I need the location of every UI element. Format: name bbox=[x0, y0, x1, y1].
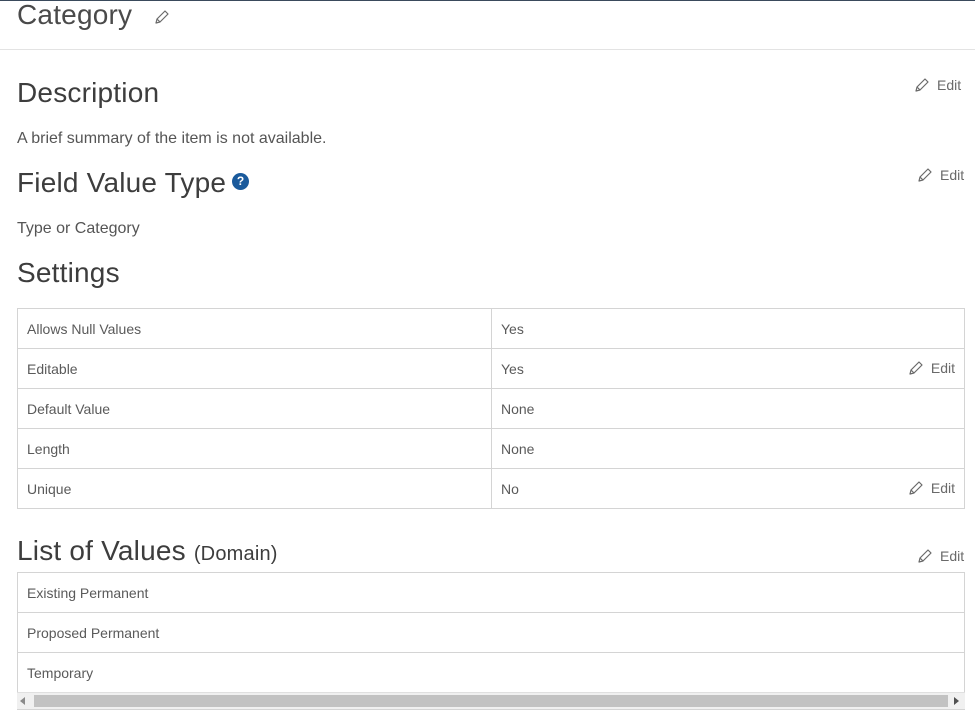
list-of-values-title: List of Values (Domain) bbox=[17, 535, 278, 567]
table-row: Unique No Edit bbox=[17, 468, 965, 509]
table-row: Length None bbox=[17, 428, 965, 469]
list-item-label: Temporary bbox=[27, 665, 94, 681]
scrollbar-thumb[interactable] bbox=[34, 695, 948, 707]
pencil-icon bbox=[909, 481, 923, 495]
setting-value: Yes bbox=[491, 308, 965, 349]
list-item[interactable]: Temporary bbox=[18, 653, 964, 693]
table-row: Editable Yes Edit bbox=[17, 348, 965, 389]
pencil-icon bbox=[915, 78, 929, 92]
setting-value: None bbox=[491, 428, 965, 469]
edit-label: Edit bbox=[930, 360, 955, 376]
setting-name: Length bbox=[17, 428, 492, 469]
list-of-values-list: Existing Permanent Proposed Permanent Te… bbox=[17, 572, 965, 710]
scroll-right-icon[interactable] bbox=[954, 697, 959, 705]
description-edit-button[interactable]: Edit bbox=[913, 76, 961, 94]
settings-title: Settings bbox=[17, 257, 120, 288]
setting-value: Yes Edit bbox=[491, 348, 965, 389]
settings-table: Allows Null Values Yes Editable Yes Edit… bbox=[17, 308, 965, 509]
list-item[interactable]: Existing Permanent bbox=[18, 573, 964, 613]
list-of-values-edit-button[interactable]: Edit bbox=[916, 547, 964, 565]
editable-edit-button[interactable]: Edit bbox=[907, 359, 955, 377]
field-value-type-label: Field Value Type bbox=[17, 167, 227, 198]
list-of-values-subtitle: (Domain) bbox=[193, 543, 278, 565]
setting-name: Unique bbox=[17, 468, 492, 509]
list-of-values-label: List of Values bbox=[17, 535, 186, 566]
unique-edit-button[interactable]: Edit bbox=[907, 479, 955, 497]
scroll-left-icon[interactable] bbox=[20, 697, 25, 705]
setting-value-text: No bbox=[501, 480, 519, 497]
edit-label: Edit bbox=[940, 548, 965, 564]
field-value-type-text: Type or Category bbox=[17, 220, 140, 237]
pencil-icon bbox=[918, 168, 932, 182]
table-row: Allows Null Values Yes bbox=[17, 308, 965, 349]
edit-label: Edit bbox=[937, 77, 962, 93]
description-text: A brief summary of the item is not avail… bbox=[17, 130, 327, 147]
setting-name: Editable bbox=[17, 348, 492, 389]
edit-label: Edit bbox=[940, 167, 965, 183]
list-item-label: Proposed Permanent bbox=[27, 624, 160, 641]
list-item[interactable]: Proposed Permanent bbox=[18, 613, 964, 653]
setting-value-text: None bbox=[501, 440, 535, 457]
page-header: Category bbox=[0, 0, 975, 50]
list-item-label: Existing Permanent bbox=[27, 584, 149, 601]
pencil-icon bbox=[909, 361, 923, 375]
pencil-icon bbox=[918, 549, 932, 563]
horizontal-scrollbar[interactable] bbox=[17, 692, 965, 709]
setting-value-text: Yes bbox=[501, 360, 524, 377]
setting-value-text: None bbox=[501, 400, 535, 417]
setting-value: None bbox=[491, 388, 965, 429]
edit-label: Edit bbox=[930, 480, 955, 496]
setting-value-text: Yes bbox=[501, 320, 524, 337]
field-value-type-edit-button[interactable]: Edit bbox=[916, 166, 964, 184]
help-circle-icon[interactable]: ? bbox=[232, 173, 250, 191]
page-title: Category bbox=[17, 0, 133, 30]
setting-value: No Edit bbox=[491, 468, 965, 509]
pencil-icon[interactable] bbox=[153, 8, 171, 26]
setting-name: Allows Null Values bbox=[17, 308, 492, 349]
description-title: Description bbox=[17, 77, 160, 108]
table-row: Default Value None bbox=[17, 388, 965, 429]
field-value-type-title: Field Value Type? bbox=[17, 167, 250, 199]
setting-name: Default Value bbox=[17, 388, 492, 429]
